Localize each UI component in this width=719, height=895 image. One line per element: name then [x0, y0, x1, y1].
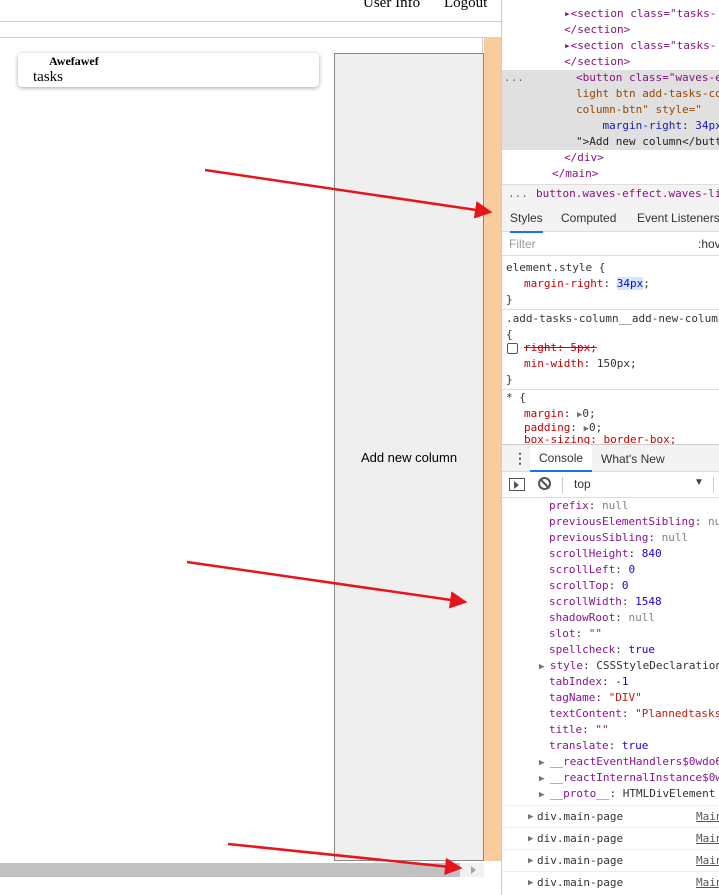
rule-add-column-open: { — [506, 328, 513, 341]
dom-line-8[interactable]: margin-right: 34px — [576, 118, 719, 134]
expand-triangle-icon[interactable]: ▶ — [539, 790, 550, 800]
console-prop-row: textContent: "Plannedtasks — [549, 707, 719, 720]
console-log-row[interactable]: ▶ div.main-page Main — [502, 871, 719, 893]
console-prop-row: translate: true — [549, 739, 649, 752]
rule-divider — [502, 309, 719, 310]
console-log-text: div.main-page — [537, 810, 624, 823]
chevron-down-icon[interactable]: ▼ — [694, 477, 704, 488]
drawer-menu-icon[interactable]: ⋮ — [513, 450, 527, 467]
expand-triangle-icon[interactable]: ▶ — [528, 853, 533, 869]
console-prop-row: tabIndex: -1 — [549, 675, 629, 688]
board-card-subtitle: tasks — [33, 69, 63, 85]
breadcrumb-node[interactable]: button.waves-effect.waves-light.btn — [536, 186, 719, 202]
console-source-link[interactable]: Main — [696, 875, 719, 891]
clear-console-icon[interactable] — [538, 477, 551, 490]
rule-element-style-selector: element.style { — [506, 261, 606, 274]
scrollbar-thumb[interactable] — [0, 863, 460, 877]
rule-element-style-close: } — [506, 293, 513, 306]
console-log-row[interactable]: ▶ div.main-page Main — [502, 827, 719, 849]
console-prop-row: prefix: null — [549, 499, 629, 512]
rule-divider — [502, 389, 719, 390]
console-drawer-tabs: ⋮ Console What's New — [502, 444, 719, 472]
dom-line-3[interactable]: ▸<section class="tasks- — [564, 38, 716, 54]
rule-add-column-selector: .add-tasks-column__add-new-column — [506, 312, 719, 325]
sidebar-tabs: Styles Computed Event Listeners — [502, 204, 719, 233]
console-prop-row: scrollLeft: 0 — [549, 563, 636, 576]
expand-triangle-icon[interactable]: ▶ — [528, 831, 533, 847]
dom-ellipsis[interactable]: ... — [504, 70, 524, 86]
console-prop-row[interactable]: ▶ __reactEventHandlers$0wdo6 — [539, 754, 719, 771]
logout-link[interactable]: Logout — [444, 0, 487, 12]
app-viewport: User Info Logout Awefawef tasks Add new … — [0, 0, 501, 895]
console-log-text: div.main-page — [537, 854, 624, 867]
elements-breadcrumb: ... button.waves-effect.waves-light.btn — [502, 184, 719, 204]
console-prop-row: spellcheck: true — [549, 643, 655, 656]
scroll-right-arrow-icon[interactable] — [471, 866, 476, 874]
dom-line-2[interactable]: </section> — [564, 22, 630, 38]
tab-event-listeners[interactable]: Event Listeners — [637, 211, 719, 225]
horizontal-scrollbar[interactable] — [0, 863, 484, 877]
dom-line-9[interactable]: ">Add new column</butt — [576, 134, 719, 150]
console-prop-row[interactable]: ▶ __proto__: HTMLDivElement — [539, 786, 715, 803]
dom-line-5[interactable]: <button class="waves-e — [576, 70, 719, 86]
expand-triangle-icon[interactable]: ▶ — [539, 662, 550, 672]
console-log-row[interactable]: ▶ div.main-page Main — [502, 849, 719, 871]
property-checkbox[interactable] — [507, 343, 518, 354]
console-prop-row: previousElementSibling: nu — [549, 515, 719, 528]
top-navbar: User Info Logout — [0, 0, 501, 22]
console-prop-row: previousSibling: null — [549, 531, 689, 544]
expand-triangle-icon[interactable]: ▶ — [539, 774, 550, 784]
styles-filter-input[interactable]: Filter — [509, 237, 536, 251]
console-log-text: div.main-page — [537, 832, 624, 845]
dom-line-11[interactable]: </main> — [552, 166, 598, 182]
console-prop-row: scrollWidth: 1548 — [549, 595, 662, 608]
toolbar-divider — [713, 477, 714, 493]
rule-add-column-min-width[interactable]: min-width: 150px; — [524, 356, 637, 372]
console-log-row[interactable]: ▶ div.main-page Main — [502, 805, 719, 827]
rule-universal-selector: * { — [506, 391, 526, 404]
tab-console[interactable]: Console — [530, 445, 593, 472]
board-top-border — [0, 37, 484, 38]
context-selector[interactable]: top — [574, 477, 591, 491]
expand-triangle-icon[interactable]: ▶ — [539, 758, 550, 768]
console-source-link[interactable]: Main — [696, 809, 719, 825]
console-prop-row: slot: "" — [549, 627, 602, 640]
dom-line-7[interactable]: column-btn" style=" — [576, 102, 702, 118]
board-card[interactable]: Awefawef tasks — [18, 53, 319, 87]
console-prop-row[interactable]: ▶ style: CSSStyleDeclaration — [539, 658, 719, 675]
rule-element-style-decl[interactable]: margin-right: 34px; — [524, 276, 650, 292]
dom-line-1[interactable]: ▸<section class="tasks- — [564, 6, 716, 22]
rule-add-column-right-disabled[interactable]: right: 5px; — [524, 340, 597, 356]
rule-add-column-close: } — [506, 373, 513, 386]
console-prop-row: scrollHeight: 840 — [549, 547, 662, 560]
devtools-panel: ▸<section class="tasks- </section> ▸<sec… — [501, 0, 719, 895]
console-prop-row[interactable]: ▶ __reactInternalInstance$0w — [539, 770, 719, 787]
add-new-column-button[interactable]: Add new column — [334, 53, 484, 861]
sidebar-toggle-icon[interactable] — [509, 478, 525, 491]
console-prop-row: tagName: "DIV" — [549, 691, 642, 704]
styles-filter-bar: Filter :hov — [502, 232, 719, 256]
hover-state-toggle[interactable]: :hov — [698, 237, 719, 251]
board-card-title: Awefawef — [49, 54, 99, 68]
expand-triangle-icon[interactable]: ▶ — [528, 875, 533, 891]
breadcrumb-ellipsis[interactable]: ... — [508, 186, 528, 202]
tab-whats-new[interactable]: What's New — [601, 452, 665, 466]
console-prop-row: scrollTop: 0 — [549, 579, 629, 592]
margin-highlight-overlay — [484, 37, 501, 861]
console-source-link[interactable]: Main — [696, 853, 719, 869]
toolbar-divider — [562, 477, 563, 493]
console-toolbar: top ▼ — [502, 472, 719, 498]
console-prop-row: title: "" — [549, 723, 609, 736]
expand-triangle-icon[interactable]: ▶ — [528, 809, 533, 825]
dom-line-6[interactable]: light btn add-tasks-co — [576, 86, 719, 102]
tab-styles[interactable]: Styles — [510, 211, 543, 233]
console-source-link[interactable]: Main — [696, 831, 719, 847]
tab-computed[interactable]: Computed — [561, 211, 616, 225]
console-log-text: div.main-page — [537, 876, 624, 889]
dom-line-10[interactable]: </div> — [564, 150, 604, 166]
dom-line-4[interactable]: </section> — [564, 54, 630, 70]
user-info-link[interactable]: User Info — [363, 0, 420, 12]
console-prop-row: shadowRoot: null — [549, 611, 655, 624]
